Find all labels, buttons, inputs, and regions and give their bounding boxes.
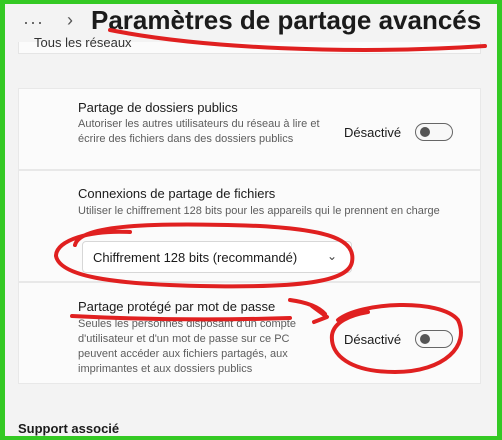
settings-window: ··· › Paramètres de partage avancés Tous… [5,4,497,436]
setting-title: Connexions de partage de fichiers [78,186,276,201]
chevron-down-icon: ⌄ [326,249,337,263]
setting-row-file-sharing-connections: Connexions de partage de fichiers Utilis… [18,170,481,282]
setting-description: Seules les personnes disposant d'un comp… [78,318,296,375]
public-folder-sharing-toggle[interactable] [415,123,453,141]
toggle-knob [420,334,430,344]
encryption-select-value: Chiffrement 128 bits (recommandé) [93,250,298,265]
chevron-right-icon: › [67,10,73,30]
encryption-select[interactable]: Chiffrement 128 bits (recommandé) ⌄ [82,241,352,273]
setting-row-public-folder-sharing: Partage de dossiers publics Autoriser le… [18,88,481,170]
page-title: Paramètres de partage avancés [91,5,482,35]
section-label: Tous les réseaux [34,35,132,50]
section-all-networks: Tous les réseaux [18,35,481,54]
toggle-knob [420,127,430,137]
toggle-state-label: Désactivé [344,332,402,347]
setting-row-password-protected-sharing: Partage protégé par mot de passe Seules … [18,282,481,384]
setting-title: Partage protégé par mot de passe [78,299,276,314]
setting-description: Utiliser le chiffrement 128 bits pour le… [78,205,440,217]
setting-title: Partage de dossiers publics [78,100,238,115]
toggle-state-label: Désactivé [344,125,402,140]
setting-description: Autoriser les autres utilisateurs du rés… [78,118,320,145]
more-options-icon[interactable]: ··· [23,12,44,33]
password-protected-sharing-toggle[interactable] [415,330,453,348]
related-support-heading: Support associé [18,421,120,436]
